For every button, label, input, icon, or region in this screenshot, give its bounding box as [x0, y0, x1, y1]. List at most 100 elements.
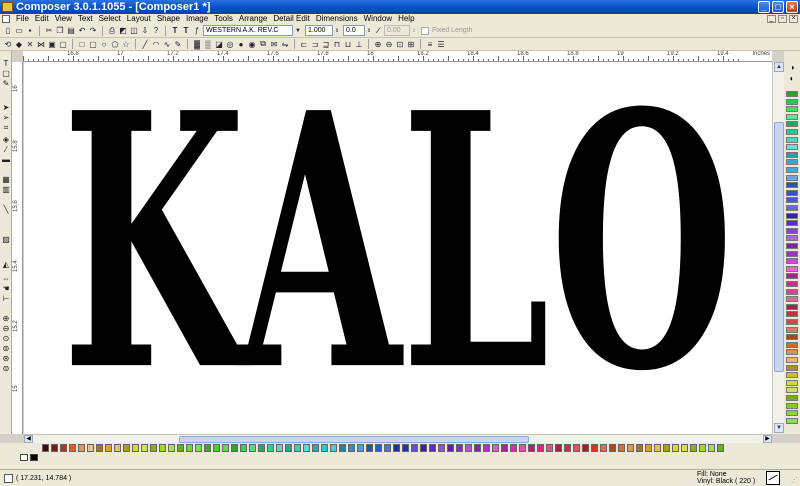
- palette-swatch[interactable]: [573, 444, 580, 452]
- palette-swatch[interactable]: [105, 444, 112, 452]
- palette-swatch[interactable]: [501, 444, 508, 452]
- palette-swatch[interactable]: [699, 444, 706, 452]
- align-right-icon[interactable]: ⊒: [321, 39, 331, 49]
- rotate-icon[interactable]: ⟲: [3, 39, 13, 49]
- palette-swatch[interactable]: [393, 444, 400, 452]
- doc-minimize-button[interactable]: _: [767, 15, 776, 23]
- palette-swatch[interactable]: [222, 444, 229, 452]
- ellipse-icon[interactable]: ○: [99, 39, 109, 49]
- import-icon[interactable]: ⇩: [140, 26, 150, 36]
- palette-swatch[interactable]: [786, 151, 798, 158]
- preview-icon[interactable]: ◫: [129, 26, 139, 36]
- palette-swatch[interactable]: [786, 167, 798, 173]
- save-icon[interactable]: ▪: [25, 26, 35, 36]
- vertical-scrollbar[interactable]: ▲ ▼: [772, 62, 784, 434]
- palette-swatch[interactable]: [312, 444, 319, 452]
- brush-icon[interactable]: ▬: [1, 155, 11, 164]
- palette-swatch[interactable]: [141, 444, 148, 452]
- palette-swatch[interactable]: [672, 444, 679, 452]
- menu-arrange[interactable]: Arrange: [236, 14, 270, 24]
- palette-swatch[interactable]: [786, 205, 798, 211]
- freehand-icon[interactable]: ✎: [173, 39, 183, 49]
- resize-grip-icon[interactable]: ⋰: [791, 476, 798, 484]
- color-picker-icon[interactable]: ◐: [786, 74, 798, 83]
- palette-swatch[interactable]: [150, 444, 157, 452]
- horizontal-scroll-thumb[interactable]: [179, 436, 529, 443]
- palette-swatch[interactable]: [186, 444, 193, 452]
- menu-file[interactable]: File: [13, 14, 32, 24]
- ruler-icon[interactable]: ▥: [1, 185, 11, 194]
- circle-fill-icon[interactable]: ●: [236, 39, 246, 49]
- palette-swatch[interactable]: [786, 129, 798, 135]
- palette-swatch[interactable]: [366, 444, 373, 452]
- palette-swatch[interactable]: [786, 227, 798, 234]
- palette-swatch[interactable]: [240, 444, 247, 452]
- palette-swatch[interactable]: [627, 444, 634, 452]
- node-select-icon[interactable]: ➢: [1, 113, 11, 122]
- palette-swatch[interactable]: [786, 341, 798, 348]
- palette-swatch[interactable]: [786, 334, 798, 341]
- offset-icon[interactable]: ⇔: [1, 274, 11, 283]
- palette-swatch[interactable]: [213, 444, 220, 452]
- color-wheel-icon[interactable]: ◑: [786, 63, 798, 72]
- zoom-page-icon[interactable]: ⊜: [1, 364, 11, 373]
- palette-swatch[interactable]: [786, 281, 798, 287]
- undo-icon[interactable]: ↶: [77, 26, 87, 36]
- align-left-icon[interactable]: ⊏: [299, 39, 309, 49]
- palette-swatch[interactable]: [537, 444, 544, 452]
- cut-icon[interactable]: ✂: [44, 26, 54, 36]
- minimize-button[interactable]: _: [758, 1, 770, 13]
- zoom-in-icon[interactable]: ⊕: [1, 314, 11, 323]
- align-middle-icon[interactable]: ⊔: [343, 39, 353, 49]
- palette-swatch[interactable]: [786, 258, 798, 265]
- zoom-out-icon[interactable]: ⊖: [384, 39, 394, 49]
- palette-swatch[interactable]: [786, 159, 798, 166]
- palette-swatch[interactable]: [546, 444, 553, 452]
- palette-swatch[interactable]: [267, 444, 274, 452]
- palette-swatch[interactable]: [786, 144, 798, 151]
- text-tool-icon[interactable]: T: [170, 26, 180, 36]
- menu-layout[interactable]: Layout: [124, 14, 154, 24]
- palette-swatch[interactable]: [786, 235, 798, 242]
- hand-icon[interactable]: ☚: [1, 284, 11, 293]
- star-icon[interactable]: ☆: [121, 39, 131, 49]
- palette-swatch[interactable]: [303, 444, 310, 452]
- palette-swatch[interactable]: [786, 197, 798, 204]
- swatch-black[interactable]: [30, 454, 38, 461]
- palette-swatch[interactable]: [168, 444, 175, 452]
- palette-swatch[interactable]: [786, 136, 798, 143]
- close-button[interactable]: ×: [786, 1, 798, 13]
- print-icon[interactable]: ⎙: [107, 26, 117, 36]
- palette-swatch[interactable]: [786, 250, 798, 257]
- palette-swatch[interactable]: [654, 444, 661, 452]
- palette-swatch[interactable]: [123, 444, 130, 452]
- palette-swatch[interactable]: [786, 91, 798, 97]
- node-edit-icon[interactable]: ◆: [14, 39, 24, 49]
- palette-swatch[interactable]: [510, 444, 517, 452]
- ungroup-icon[interactable]: ▢: [58, 39, 68, 49]
- zoom-fit-icon[interactable]: ⊡: [395, 39, 405, 49]
- palette-swatch[interactable]: [429, 444, 436, 452]
- palette-swatch[interactable]: [618, 444, 625, 452]
- envelope-icon[interactable]: ✉: [269, 39, 279, 49]
- pen-icon[interactable]: ✎: [1, 79, 11, 88]
- palette-swatch[interactable]: [786, 417, 798, 424]
- palette-swatch[interactable]: [132, 444, 139, 452]
- menu-dimensions[interactable]: Dimensions: [313, 14, 361, 24]
- palette-swatch[interactable]: [78, 444, 85, 452]
- pointer-icon[interactable]: ➤: [1, 103, 11, 112]
- palette-swatch[interactable]: [582, 444, 589, 452]
- font-icon[interactable]: ƒ: [192, 26, 202, 36]
- measure-icon[interactable]: ⊢: [1, 294, 11, 303]
- curve-icon[interactable]: ∿: [162, 39, 172, 49]
- zoom-out-icon[interactable]: ⊖: [1, 324, 11, 333]
- palette-swatch[interactable]: [420, 444, 427, 452]
- palette-swatch[interactable]: [447, 444, 454, 452]
- scroll-down-icon[interactable]: ▼: [774, 423, 784, 433]
- menu-view[interactable]: View: [52, 14, 75, 24]
- palette-swatch[interactable]: [96, 444, 103, 452]
- palette-swatch[interactable]: [69, 444, 76, 452]
- palette-swatch[interactable]: [786, 265, 798, 272]
- eraser-icon[interactable]: ▨: [1, 235, 11, 244]
- palette-swatch[interactable]: [636, 444, 643, 452]
